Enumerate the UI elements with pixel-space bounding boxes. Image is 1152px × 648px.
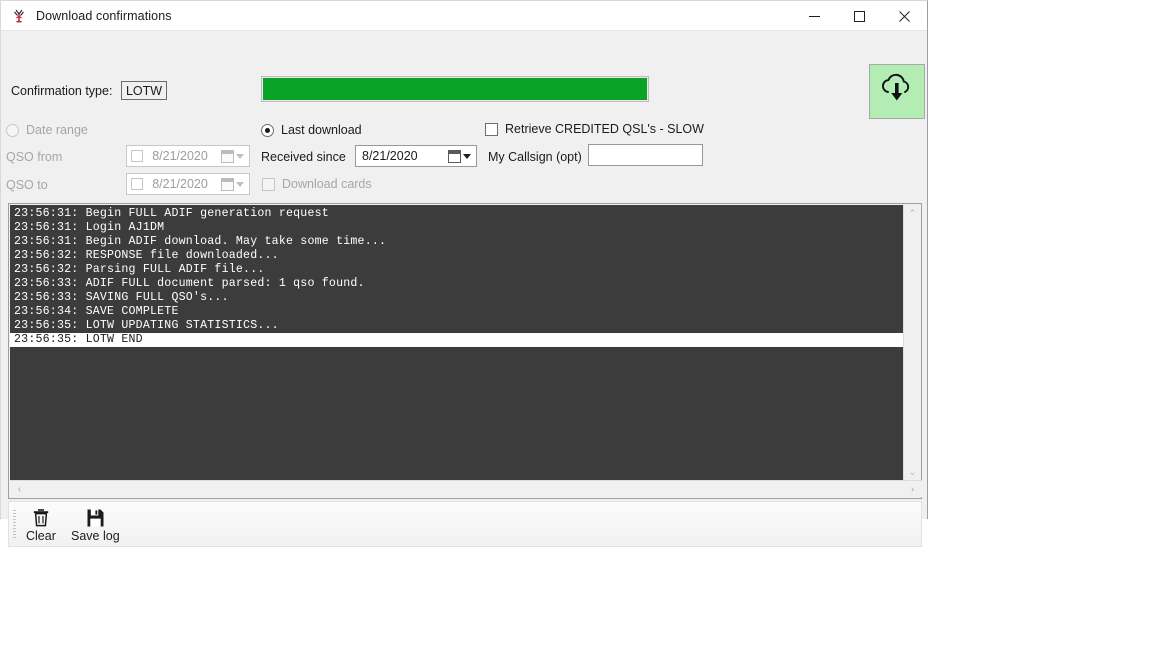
scroll-right-icon[interactable]: › <box>904 481 921 498</box>
received-since-value: 8/21/2020 <box>362 149 418 163</box>
radio-indicator <box>261 123 274 137</box>
retrieve-credited-qsl-label: Retrieve CREDITED QSL's - SLOW <box>505 122 704 136</box>
log-panel: 23:56:31: Begin FULL ADIF generation req… <box>8 203 922 499</box>
log-output[interactable]: 23:56:31: Begin FULL ADIF generation req… <box>10 205 905 481</box>
scroll-down-icon[interactable]: ⌄ <box>904 464 921 481</box>
close-button[interactable] <box>882 1 927 31</box>
antenna-icon <box>10 7 28 25</box>
minimize-button[interactable] <box>792 1 837 31</box>
save-log-label: Save log <box>71 528 120 543</box>
dialog-content: Confirmation type: LOTW Date range QSO f… <box>1 31 927 547</box>
log-line[interactable]: 23:56:32: RESPONSE file downloaded... <box>10 249 905 263</box>
qso-to-label: QSO to <box>6 178 48 192</box>
log-line[interactable]: 23:56:32: Parsing FULL ADIF file... <box>10 263 905 277</box>
title-bar: Download confirmations <box>1 1 927 31</box>
progress-fill <box>263 78 647 100</box>
save-log-button[interactable]: Save log <box>66 506 125 544</box>
log-horizontal-scrollbar[interactable]: ‹ › <box>10 480 922 497</box>
scroll-left-icon[interactable]: ‹ <box>11 481 28 498</box>
my-callsign-label: My Callsign (opt) <box>488 150 582 164</box>
qso-from-label: QSO from <box>6 150 63 164</box>
calendar-icon <box>448 149 461 163</box>
scroll-up-icon[interactable]: ⌃ <box>904 205 921 222</box>
log-line[interactable]: 23:56:31: Begin ADIF download. May take … <box>10 235 905 249</box>
qso-to-value: 8/21/2020 <box>152 177 208 191</box>
download-button[interactable] <box>869 64 925 119</box>
retrieve-credited-qsl-checkbox[interactable]: Retrieve CREDITED QSL's - SLOW <box>485 122 704 136</box>
window-title: Download confirmations <box>36 8 172 23</box>
maximize-button[interactable] <box>837 1 882 31</box>
log-line[interactable]: 23:56:31: Login AJ1DM <box>10 221 905 235</box>
log-line[interactable]: 23:56:31: Begin FULL ADIF generation req… <box>10 207 905 221</box>
clear-button[interactable]: Clear <box>21 506 61 544</box>
log-line[interactable]: 23:56:34: SAVE COMPLETE <box>10 305 905 319</box>
last-download-label: Last download <box>281 123 362 137</box>
date-range-radio[interactable]: Date range <box>6 123 88 137</box>
window-controls <box>792 1 927 31</box>
chevron-down-icon[interactable] <box>236 181 244 187</box>
qso-to-checkbox[interactable] <box>131 178 143 190</box>
download-cards-label: Download cards <box>282 177 372 191</box>
log-vertical-scrollbar[interactable]: ⌃ ⌄ <box>903 205 920 481</box>
confirmation-type-label: Confirmation type: <box>11 84 113 98</box>
download-cards-checkbox[interactable]: Download cards <box>262 177 372 191</box>
qso-from-value: 8/21/2020 <box>152 149 208 163</box>
qso-from-checkbox[interactable] <box>131 150 143 162</box>
log-line[interactable]: 23:56:35: LOTW UPDATING STATISTICS... <box>10 319 905 333</box>
trash-icon <box>32 508 50 528</box>
date-range-label: Date range <box>26 123 88 137</box>
clear-label: Clear <box>26 528 56 543</box>
log-line[interactable]: 23:56:35: LOTW END <box>10 333 905 347</box>
download-confirmations-window: Download confirmations Confirmation type… <box>0 0 928 547</box>
download-progress-bar <box>261 76 649 102</box>
floppy-disk-icon <box>86 508 105 528</box>
qso-to-datepicker[interactable]: 8/21/2020 <box>126 173 250 195</box>
received-since-label: Received since <box>261 150 346 164</box>
last-download-radio[interactable]: Last download <box>261 123 362 137</box>
bottom-toolbar: Clear Save log <box>8 501 922 547</box>
received-since-datepicker[interactable]: 8/21/2020 <box>355 145 477 167</box>
qso-from-datepicker[interactable]: 8/21/2020 <box>126 145 250 167</box>
log-line[interactable]: 23:56:33: SAVING FULL QSO's... <box>10 291 905 305</box>
chevron-down-icon[interactable] <box>236 153 244 159</box>
chevron-down-icon[interactable] <box>463 153 471 159</box>
radio-indicator <box>6 123 19 137</box>
my-callsign-input[interactable] <box>588 144 703 166</box>
calendar-icon <box>221 177 234 191</box>
checkbox-indicator <box>262 177 275 191</box>
cloud-download-icon <box>878 72 916 111</box>
checkbox-indicator <box>485 122 498 136</box>
log-line[interactable]: 23:56:33: ADIF FULL document parsed: 1 q… <box>10 277 905 291</box>
confirmation-type-value: LOTW <box>121 81 167 100</box>
toolbar-grip[interactable] <box>13 510 16 540</box>
calendar-icon <box>221 149 234 163</box>
